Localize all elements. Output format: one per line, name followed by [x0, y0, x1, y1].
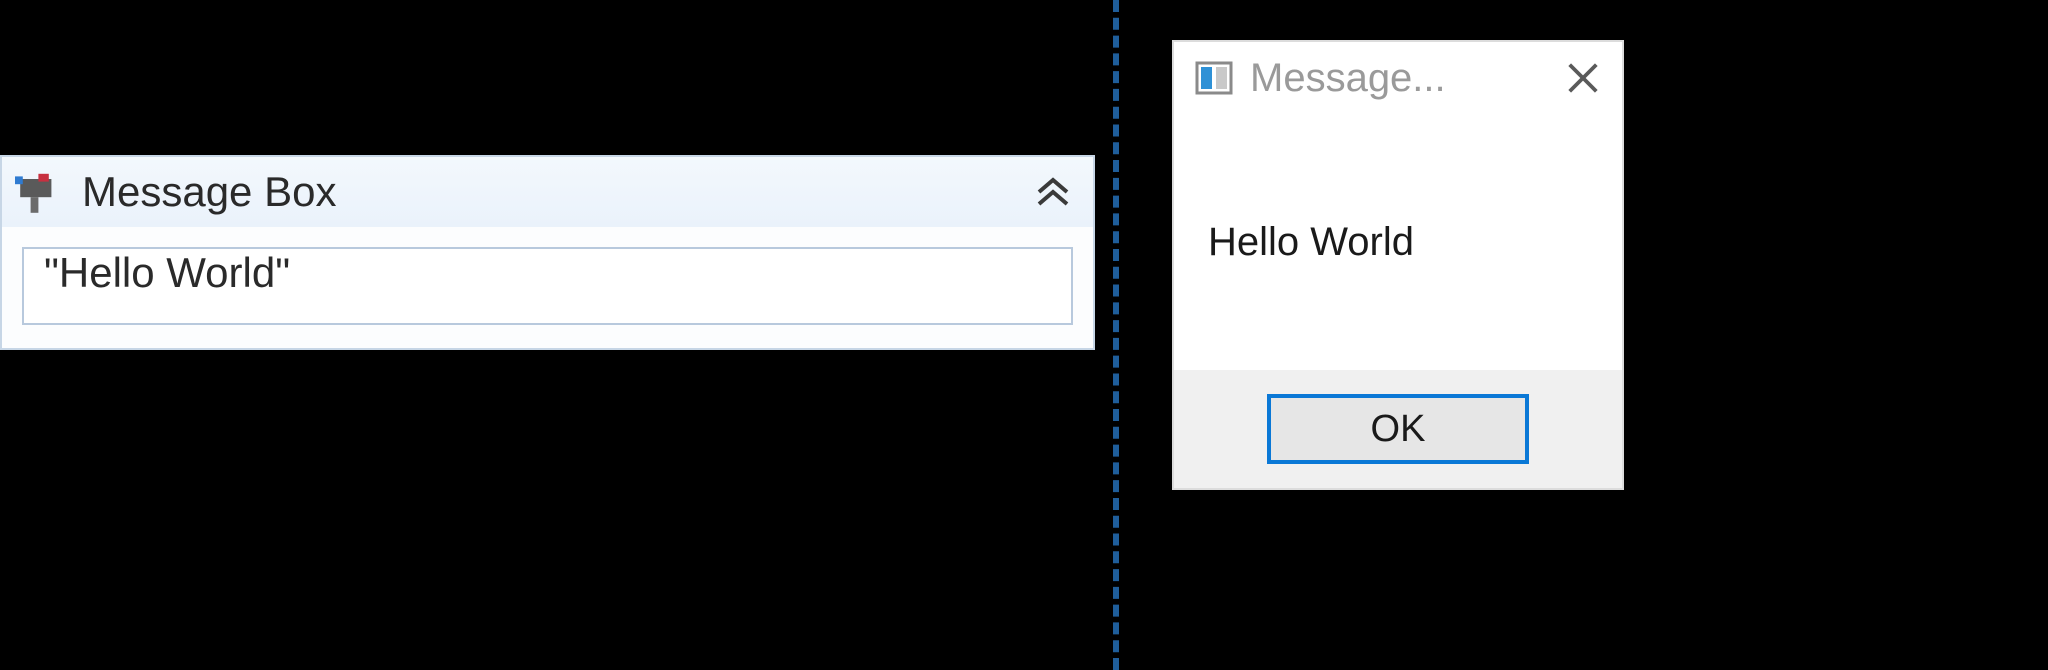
message-text-value: "Hello World"	[44, 249, 290, 296]
dialog-titlebar[interactable]: Message...	[1174, 42, 1622, 114]
activity-titlebar[interactable]: Message Box	[2, 157, 1093, 227]
message-text-input[interactable]: "Hello World"	[22, 247, 1073, 325]
collapse-icon[interactable]	[1031, 170, 1075, 214]
app-icon	[1192, 56, 1236, 100]
dialog-message-text: Hello World	[1208, 220, 1414, 265]
close-icon[interactable]	[1558, 53, 1608, 103]
activity-title: Message Box	[70, 168, 1031, 216]
dialog-title: Message...	[1236, 56, 1558, 101]
dialog-footer: OK	[1174, 370, 1622, 488]
dialog-body: Hello World	[1174, 114, 1622, 370]
message-box-activity: Message Box "Hello World"	[0, 155, 1095, 350]
message-dialog: Message... Hello World OK	[1172, 40, 1624, 490]
mailbox-icon	[12, 163, 70, 221]
activity-body: "Hello World"	[2, 227, 1093, 345]
ok-button-label: OK	[1371, 408, 1426, 451]
ok-button[interactable]: OK	[1267, 394, 1529, 464]
divider	[1113, 0, 1119, 670]
